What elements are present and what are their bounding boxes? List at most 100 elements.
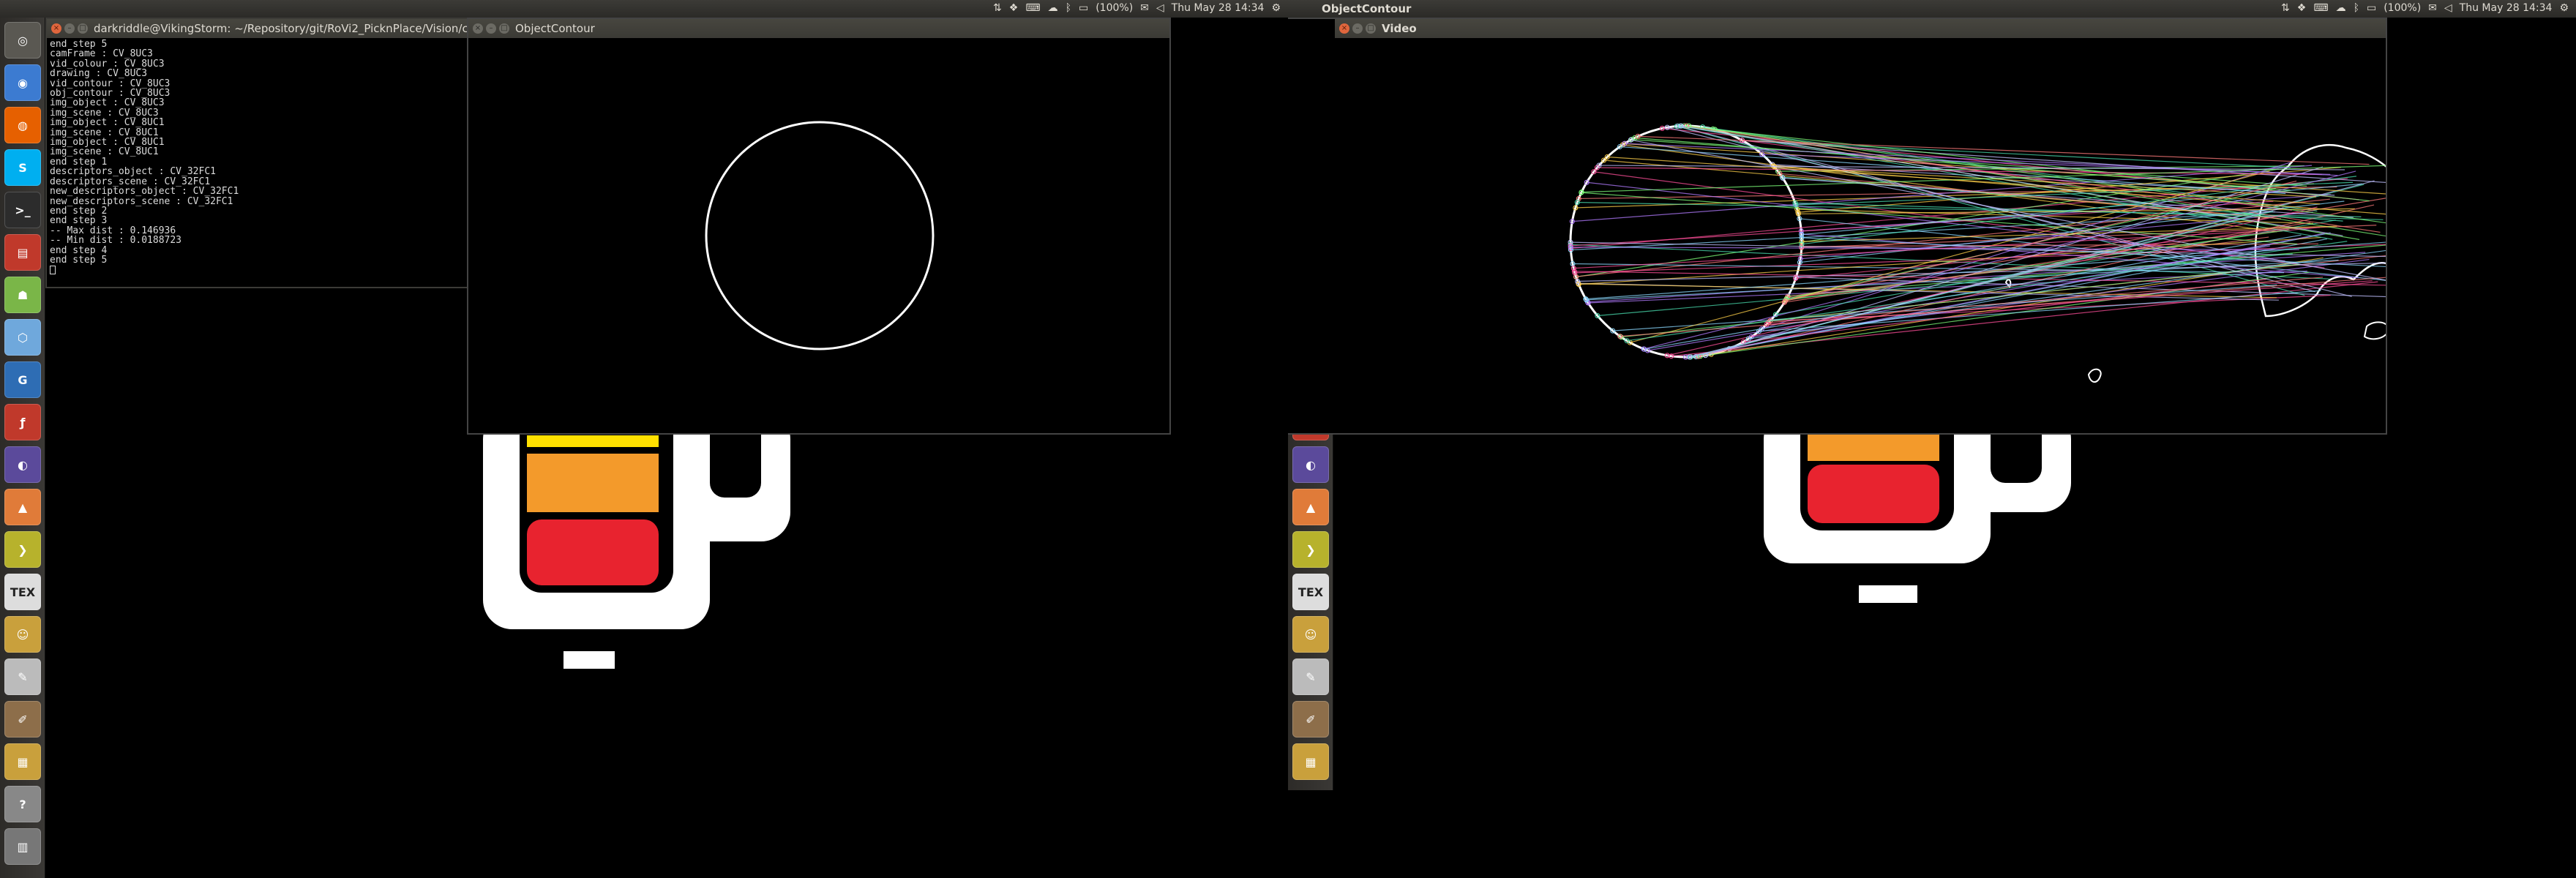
top-panel: ObjectContour ⇅ ❖ ⌨ ☁ ᛒ ▭ (100%) ✉ ◁ Thu… xyxy=(1288,0,2576,18)
launcher-geany[interactable]: G xyxy=(4,361,41,398)
terminal-line: camFrame : CV_8UC3 xyxy=(50,48,153,60)
settings-gear-icon[interactable]: ⚙ xyxy=(2559,2,2569,14)
launcher-firefox[interactable]: ◍ xyxy=(4,107,41,143)
volume-icon[interactable]: ◁ xyxy=(1156,2,1164,14)
top-panel: ⇅ ❖ ⌨ ☁ ᛒ ▭ (100%) ✉ ◁ Thu May 28 14:34 … xyxy=(0,0,1288,18)
minimize-button[interactable]: – xyxy=(486,23,496,34)
keyboard-icon[interactable]: ⌨ xyxy=(1025,2,1040,14)
pencil-icon: ✎ xyxy=(18,669,28,684)
launcher-pidgin[interactable]: ☺ xyxy=(4,616,41,653)
dropbox-icon[interactable]: ❖ xyxy=(2297,2,2307,14)
launcher-dash-home[interactable]: ◎ xyxy=(4,22,41,59)
launcher-gimp[interactable]: ✐ xyxy=(1292,701,1329,738)
maximize-button[interactable]: □ xyxy=(1366,23,1376,34)
mug-yellow-stripe xyxy=(527,435,659,447)
skype-icon: S xyxy=(18,160,27,175)
cloud-icon[interactable]: ☁ xyxy=(1048,2,1058,14)
launcher-text-editor[interactable]: ✎ xyxy=(4,658,41,695)
volume-icon[interactable]: ◁ xyxy=(2444,2,2452,14)
launcher-eclipse[interactable]: ◐ xyxy=(1292,446,1329,483)
launcher-arrow-app[interactable]: ❯ xyxy=(1292,531,1329,568)
minimize-button[interactable]: – xyxy=(1352,23,1363,34)
terminal-titlebar[interactable]: × – □ darkriddle@VikingStorm: ~/Reposito… xyxy=(47,19,468,38)
maximize-button[interactable]: □ xyxy=(78,23,88,34)
launcher-virtualbox[interactable]: ⬡ xyxy=(4,319,41,356)
launcher-terminal[interactable]: >_ xyxy=(4,192,41,228)
terminal-line: end step 1 xyxy=(50,156,108,168)
close-button[interactable]: × xyxy=(473,23,483,34)
chevron-right-icon: ❯ xyxy=(1306,542,1316,557)
clock-text[interactable]: Thu May 28 14:34 xyxy=(2460,2,2553,14)
terminal-output[interactable]: end step 5 camFrame : CV_8UC3 vid_colour :… xyxy=(50,40,239,275)
launcher-text-editor[interactable]: ✎ xyxy=(1292,658,1329,695)
launcher-flash[interactable]: ƒ xyxy=(4,404,41,440)
flash-icon: ƒ xyxy=(20,415,26,429)
dropbox-icon[interactable]: ❖ xyxy=(1009,2,1019,14)
terminal-line: end step 4 xyxy=(50,244,108,256)
terminal-title: darkriddle@VikingStorm: ~/Repository/git… xyxy=(94,22,468,35)
launcher: ◎ ◉ ◍ S >_ ▤ ☗ ⬡ Gƒ ◐ ▲ ❯ TEX ☺ ✎ ✐ ▦? ▥ xyxy=(0,18,45,878)
launcher-matlab[interactable]: ▲ xyxy=(4,489,41,525)
terminal-window[interactable]: × – □ darkriddle@VikingStorm: ~/Reposito… xyxy=(45,18,470,288)
chevron-right-icon: ❯ xyxy=(18,542,28,557)
launcher-document-viewer[interactable]: ▦ xyxy=(4,743,41,780)
files-icon: ▤ xyxy=(17,245,29,260)
launcher-help[interactable]: ? xyxy=(4,786,41,822)
bluetooth-icon[interactable]: ᛒ xyxy=(1066,2,1071,14)
terminal-line: descriptors_object : CV_32FC1 xyxy=(50,166,216,178)
mail-icon[interactable]: ✉ xyxy=(2428,2,2437,14)
gimp-icon: ✐ xyxy=(18,712,28,727)
terminal-line: new_descriptors_scene : CV_32FC1 xyxy=(50,195,233,207)
matlab-icon: ▲ xyxy=(1306,500,1316,514)
terminal-line: img_scene : CV_8UC1 xyxy=(50,127,159,138)
keyboard-icon[interactable]: ⌨ xyxy=(2313,2,2328,14)
maximize-button[interactable]: □ xyxy=(499,23,509,34)
terminal-line: end step 3 xyxy=(50,215,108,227)
settings-gear-icon[interactable]: ⚙ xyxy=(1271,2,1281,14)
launcher-gimp[interactable]: ✐ xyxy=(4,701,41,738)
network-icon[interactable]: ⇅ xyxy=(993,2,1002,14)
close-button[interactable]: × xyxy=(51,23,61,34)
launcher-matlab[interactable]: ▲ xyxy=(1292,489,1329,525)
terminal-line: drawing : CV_8UC3 xyxy=(50,68,148,80)
launcher-document-viewer[interactable]: ▦ xyxy=(1292,743,1329,780)
mail-icon[interactable]: ✉ xyxy=(1140,2,1149,14)
close-button[interactable]: × xyxy=(1339,23,1349,34)
launcher-texmaker[interactable]: TEX xyxy=(4,574,41,610)
launcher-trash[interactable]: ▥ xyxy=(4,828,41,865)
battery-icon[interactable]: ▭ xyxy=(1079,2,1088,14)
bluetooth-icon[interactable]: ᛒ xyxy=(2354,2,2359,14)
terminal-cursor[interactable] xyxy=(50,265,239,274)
trash-icon: ▥ xyxy=(17,839,29,854)
terminal-line: end step 5 xyxy=(50,254,108,266)
eclipse-icon: ◐ xyxy=(1306,457,1316,472)
video-window[interactable]: × – □ Video xyxy=(1288,18,2387,435)
question-icon: ? xyxy=(19,797,26,811)
clock-text[interactable]: Thu May 28 14:34 xyxy=(1172,2,1265,14)
video-canvas xyxy=(1336,38,2386,433)
cloud-icon[interactable]: ☁ xyxy=(2336,2,2346,14)
firefox-icon: ◍ xyxy=(18,118,28,132)
tex-icon: TEX xyxy=(10,585,36,599)
terminal-icon: >_ xyxy=(15,203,31,217)
battery-icon[interactable]: ▭ xyxy=(2367,2,2376,14)
panel-title: ObjectContour xyxy=(1322,2,1412,15)
launcher-android[interactable]: ☗ xyxy=(4,277,41,313)
object-contour-window[interactable]: × – □ ObjectContour xyxy=(467,18,1171,435)
launcher-eclipse[interactable]: ◐ xyxy=(4,446,41,483)
battery-text: (100%) xyxy=(2384,2,2422,14)
battery-text: (100%) xyxy=(1096,2,1134,14)
minimize-button[interactable]: – xyxy=(64,23,75,34)
video-titlebar[interactable]: × – □ Video xyxy=(1335,19,2386,38)
object-contour-title: ObjectContour xyxy=(515,22,595,35)
launcher-skype[interactable]: S xyxy=(4,149,41,186)
matlab-icon: ▲ xyxy=(18,500,28,514)
launcher-chrome[interactable]: ◉ xyxy=(4,64,41,101)
object-contour-titlebar[interactable]: × – □ ObjectContour xyxy=(468,19,1169,38)
launcher-files[interactable]: ▤ xyxy=(4,234,41,271)
launcher-pidgin[interactable]: ☺ xyxy=(1292,616,1329,653)
launcher-texmaker[interactable]: TEX xyxy=(1292,574,1329,610)
indicator-area: ⇅ ❖ ⌨ ☁ ᛒ ▭ (100%) ✉ ◁ Thu May 28 14:34 … xyxy=(993,2,1281,14)
launcher-arrow-app[interactable]: ❯ xyxy=(4,531,41,568)
network-icon[interactable]: ⇅ xyxy=(2281,2,2290,14)
